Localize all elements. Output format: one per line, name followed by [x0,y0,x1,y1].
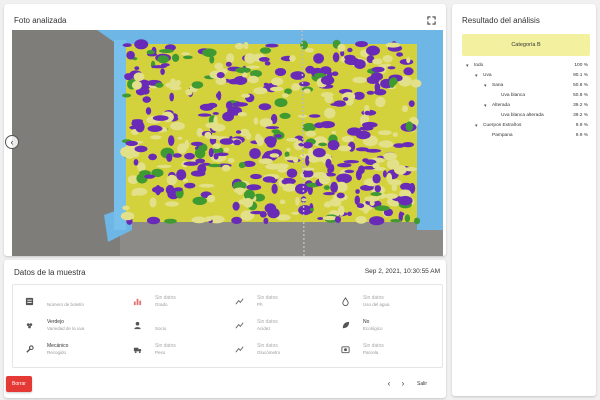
results-tree-percent: 39.2 % [573,103,588,108]
results-tree-percent: 90.1 % [573,73,588,78]
trend-icon [235,322,244,329]
sample-field-label: Uso del agua [363,302,390,307]
analyzed-photo [12,30,443,256]
sample-field-value: Sin datos [155,343,176,349]
sample-field-label: Ecológico [363,326,383,331]
sample-field: Sin datos Ph [235,295,335,313]
water-drop-icon [342,297,349,306]
sample-field-value: No [363,319,370,325]
sample-field-label: Socio [155,326,167,331]
sample-field: Sin datos Uso del agua [341,295,441,313]
sample-field-label: Glucómetro [257,350,281,355]
results-tree-percent: 39.2 % [573,113,588,118]
sample-field: Sin datos Acidez [235,319,335,337]
results-tree-name: Alterada [492,103,510,108]
photo-icon [341,346,350,354]
sample-fields-grid: Número de boletín Sin datos Grado Sin datos… [12,284,443,368]
results-tree-name: Pampana [492,133,513,138]
results-tree-row[interactable]: ▾ Cuerpos Extraños 9.9 % [452,122,596,131]
category-badge: Categoría B [462,34,590,56]
sample-field-value: Mecánico [47,343,69,349]
fullscreen-icon[interactable] [427,16,436,25]
sample-field: Verdejo Variedad de la uva [25,319,125,337]
trend-icon [235,298,244,305]
results-tree-row[interactable]: ▾ Alterada 39.2 % [452,102,596,111]
sample-field: Sin datos Parcela [341,343,441,361]
results-tree-percent: 9.9 % [575,123,588,128]
results-tree-name: Uva [483,73,492,78]
sample-field: Número de boletín [25,295,125,313]
results-title: Resultado del análisis [462,16,540,25]
chevron-left-icon[interactable]: ‹ [384,379,394,389]
leaf-icon [342,321,350,329]
sample-field-label: Acidez [257,326,271,331]
results-tree-row[interactable]: ▾ todo 100 % [452,62,596,71]
sample-field-label: Grado [155,302,168,307]
chevron-right-icon[interactable]: › [398,379,408,389]
sample-field: Sin datos Glucómetro [235,343,335,361]
photo-prev-button[interactable]: ‹ [5,135,19,149]
results-tree-row: Uva blanca 50.8 % [452,92,596,101]
sample-field-value: Sin datos [155,295,176,301]
form-icon [25,297,34,306]
sample-field: Mecánico Recogido [25,343,125,361]
chevron-down-icon[interactable]: ▾ [484,83,490,89]
results-tree-percent: 50.8 % [573,83,588,88]
exit-button[interactable]: Salir [417,379,427,389]
results-tree-percent: 50.8 % [573,93,588,98]
results-tree-percent: 9.9 % [575,133,588,138]
chevron-down-icon[interactable]: ▾ [466,63,472,69]
segmentation-image [12,30,443,256]
results-tree-row[interactable]: ▾ Uva 90.1 % [452,72,596,81]
chevron-down-icon[interactable]: ▾ [475,73,481,79]
results-tree-row: Uva blanca alterada 39.2 % [452,112,596,121]
chevron-down-icon[interactable]: ▾ [475,123,481,129]
results-tree-name: Sana [492,83,504,88]
sample-field-value: Sin datos [363,343,384,349]
sample-field-label: Número de boletín [47,302,85,307]
photo-title: Foto analizada [14,16,67,25]
sample-field-label: Parcela [363,350,379,355]
sample-field-value: Sin datos [257,319,278,325]
sample-field-label: Ph [257,302,263,307]
sample-field-value: Verdejo [47,319,64,325]
sample-field: Socio [133,319,233,337]
photo-card: Foto analizada ‹ [4,4,446,256]
truck-icon [133,347,142,354]
sample-field-value: Sin datos [363,295,384,301]
results-tree-name: todo [474,63,484,68]
chevron-down-icon[interactable]: ▾ [484,103,490,109]
sample-field: No Ecológico [341,319,441,337]
results-tree-row: Pampana 9.9 % [452,132,596,141]
sample-field-value: Sin datos [257,295,278,301]
trend-icon [235,346,244,353]
results-tree-percent: 100 % [574,63,588,68]
sample-data-title: Datos de la muestra [14,268,86,277]
sample-field-label: Peso [155,350,166,355]
sample-field: Sin datos Peso [133,343,233,361]
sample-field: Sin datos Grado [133,295,233,313]
results-tree-name: Cuerpos Extraños [483,123,522,128]
grape-icon [26,323,33,329]
sample-field-label: Variedad de la uva [47,326,85,331]
chart-bar-icon [133,298,142,306]
delete-button[interactable]: Borrar [6,376,32,392]
results-tree-row[interactable]: ▾ Sana 50.8 % [452,82,596,91]
sample-field-label: Recogido [47,350,67,355]
sample-date: Sep 2, 2021, 10:30:55 AM [364,268,440,275]
wrench-icon [26,345,34,353]
person-icon [134,321,141,330]
sample-field-value: Sin datos [257,343,278,349]
sample-data-card: Datos de la muestra Sep 2, 2021, 10:30:5… [4,260,446,398]
results-tree-name: Uva blanca alterada [501,113,544,118]
analysis-results-card: Resultado del análisis Categoría B ▾ todo… [452,4,596,396]
results-tree-name: Uva blanca [501,93,525,98]
